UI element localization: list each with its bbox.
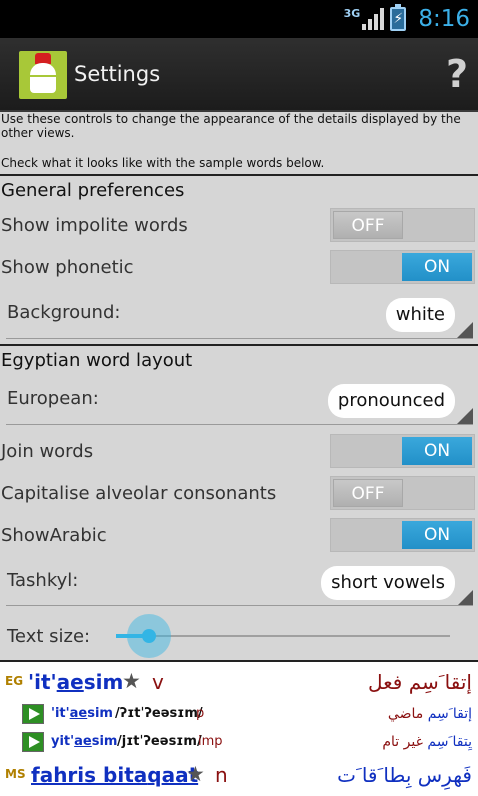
eg-word[interactable]: 'it'aesim — [28, 670, 123, 694]
play-audio-icon[interactable] — [22, 732, 44, 752]
eg-arabic: إتقا َسِم فعل — [368, 670, 472, 694]
action-bar: Settings ? — [0, 38, 478, 112]
form-word: 'it'aesim — [51, 706, 113, 721]
capitalise-toggle[interactable]: OFF — [330, 476, 475, 510]
join-words-toggle-state: ON — [402, 437, 472, 465]
general-section-title: General preferences — [1, 180, 185, 201]
capitalise-toggle-state: OFF — [333, 479, 403, 507]
dropdown-triangle-icon — [457, 408, 473, 424]
page-title: Settings — [74, 62, 161, 86]
capitalise-label: Capitalise alveolar consonants — [1, 483, 277, 504]
eg-pos: v — [152, 670, 164, 694]
european-label: European: — [7, 388, 99, 409]
clock: 8:16 — [418, 6, 470, 32]
show-arabic-toggle-state: ON — [402, 521, 472, 549]
form-word: yit'aesim — [51, 734, 118, 749]
form-phonetic: /jɪtˈʔeəsɪm/ — [117, 734, 202, 749]
form-arabic: إتقا َسِم ماضي — [387, 706, 472, 722]
impolite-toggle-state: OFF — [333, 211, 403, 239]
eg-badge: EG — [5, 674, 24, 688]
favourite-star-icon[interactable]: ★ — [186, 762, 205, 786]
ms-arabic: فَهرِس بِطا َقا َت — [337, 763, 472, 787]
form-pos: imp — [198, 734, 223, 749]
help-button[interactable]: ? — [446, 52, 468, 96]
app-logo-icon[interactable] — [19, 51, 67, 99]
impolite-toggle[interactable]: OFF — [330, 208, 475, 242]
spinner-underline — [6, 338, 473, 339]
form-phonetic: /ʔɪtˈʔeəsɪm/ — [115, 706, 203, 721]
network-type: 3G — [343, 6, 361, 20]
phonetic-label: Show phonetic — [1, 257, 134, 278]
divider — [0, 344, 478, 346]
european-value: pronounced — [327, 384, 455, 418]
ms-word[interactable]: fahris bitaqaat — [31, 763, 198, 787]
favourite-star-icon[interactable]: ★ — [122, 669, 141, 693]
dropdown-triangle-icon — [457, 322, 473, 338]
form-pos: p — [196, 706, 205, 721]
status-bar: 3G ⚡ 8:16 — [0, 0, 478, 38]
intro-text: Use these controls to change the appeara… — [0, 112, 478, 170]
divider — [0, 174, 478, 176]
form-arabic: يِتقا َسِم غير تام — [382, 734, 472, 750]
background-value: white — [385, 298, 455, 332]
phonetic-toggle-state: ON — [402, 253, 472, 281]
spinner-underline — [6, 605, 473, 606]
text-size-label: Text size: — [7, 626, 91, 647]
join-words-toggle[interactable]: ON — [330, 434, 475, 468]
dropdown-triangle-icon — [457, 590, 473, 606]
background-label: Background: — [7, 302, 121, 323]
show-arabic-toggle[interactable]: ON — [330, 518, 475, 552]
spinner-underline — [6, 424, 473, 425]
signal-icon — [362, 8, 385, 30]
phonetic-toggle[interactable]: ON — [330, 250, 475, 284]
sample-words-panel: EG 'it'aesim ★ v إتقا َسِم فعل 'it'aesim… — [0, 660, 478, 796]
play-audio-icon[interactable] — [22, 704, 44, 724]
impolite-label: Show impolite words — [1, 215, 188, 236]
tashkyl-spinner[interactable]: short vowels — [303, 566, 473, 606]
ms-pos: n — [215, 763, 228, 787]
text-size-slider-thumb[interactable] — [142, 629, 156, 643]
intro-line-2: Check what it looks like with the sample… — [1, 156, 325, 170]
intro-line-1: Use these controls to change the appeara… — [1, 112, 461, 140]
ms-badge: MS — [5, 767, 26, 781]
battery-charging-icon: ⚡ — [390, 4, 407, 31]
show-arabic-label: ShowArabic — [1, 525, 107, 546]
european-spinner[interactable]: pronounced — [313, 384, 473, 424]
tashkyl-label: Tashkyl: — [7, 570, 79, 591]
join-words-label: Join words — [1, 441, 94, 462]
tashkyl-value: short vowels — [321, 566, 455, 600]
background-spinner[interactable]: white — [363, 298, 473, 338]
egyptian-section-title: Egyptian word layout — [1, 350, 193, 371]
